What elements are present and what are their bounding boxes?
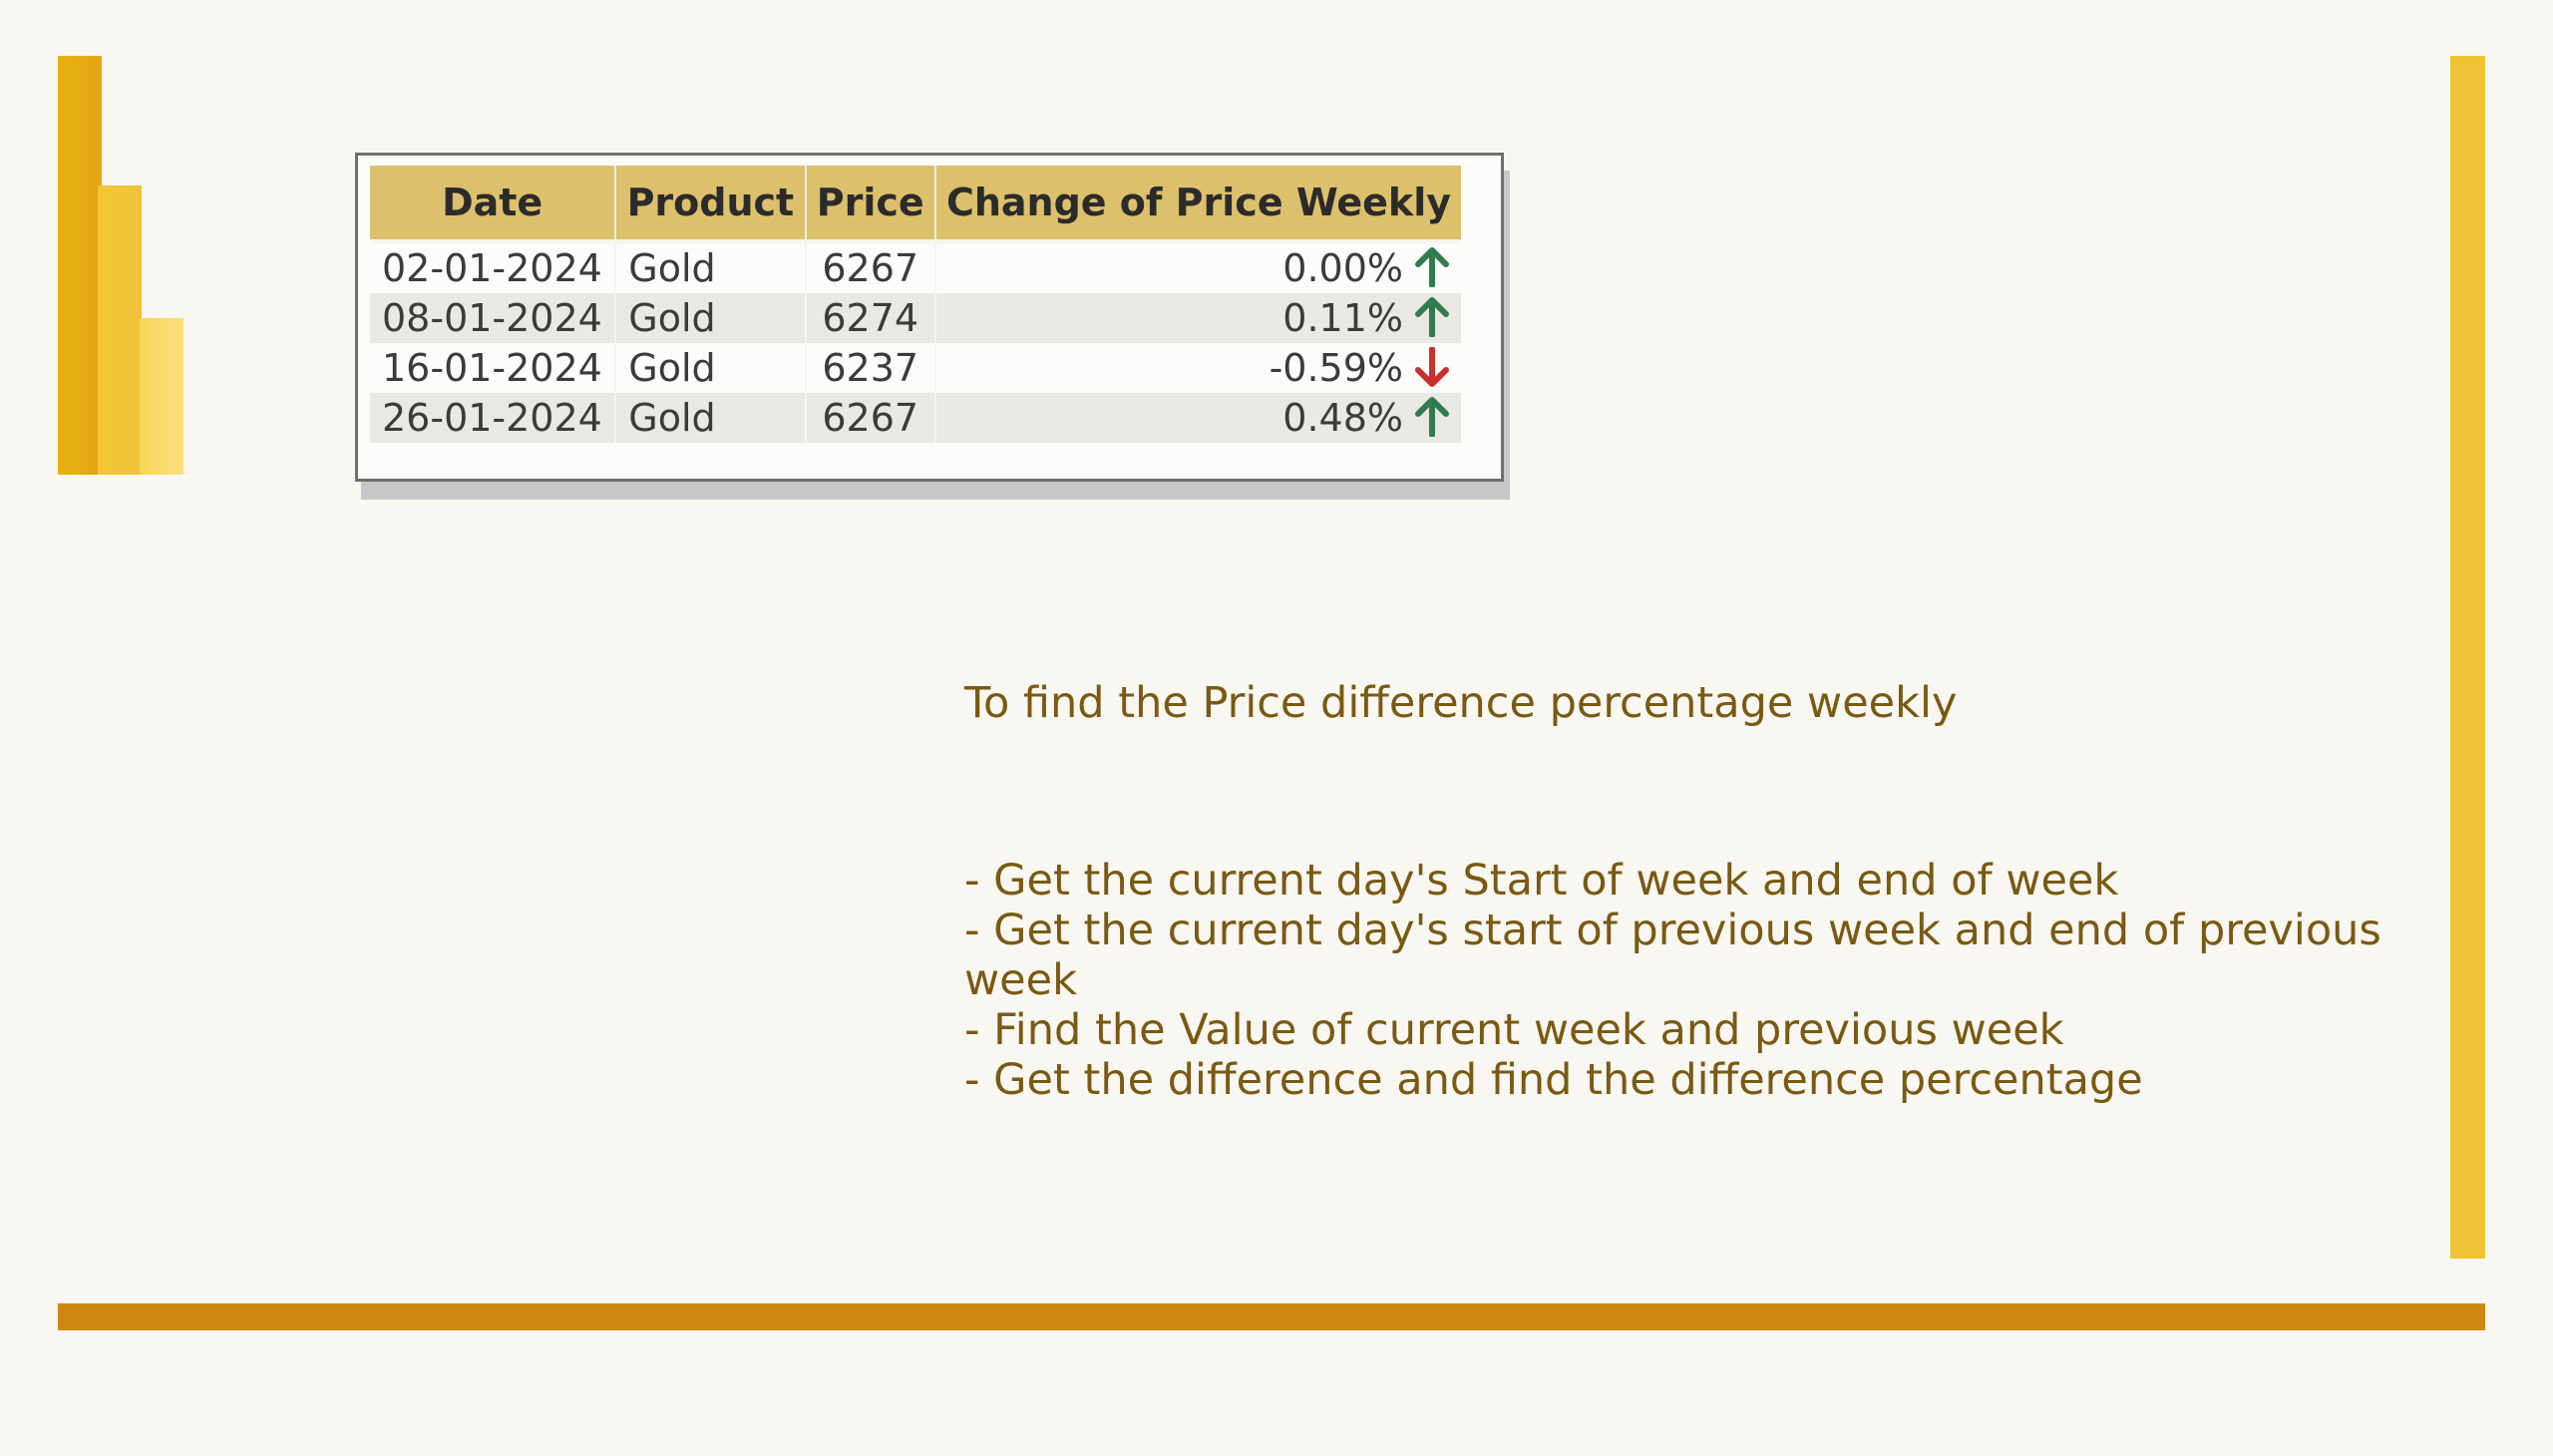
cell-change: 0.00%	[934, 241, 1461, 293]
cell-date: 08-01-2024	[370, 293, 617, 343]
change-value: 0.48%	[1282, 396, 1403, 440]
cell-price: 6237	[805, 343, 936, 393]
column-header-product[interactable]: Product	[615, 166, 807, 241]
cell-date: 02-01-2024	[370, 241, 617, 293]
cell-change: 0.11%	[934, 293, 1461, 343]
price-table-panel: Date Product Price Change of Price Weekl…	[355, 153, 1504, 482]
cell-product: Gold	[615, 393, 807, 443]
table-row[interactable]: 02-01-2024 Gold 6267 0.00%	[370, 241, 1461, 293]
cell-price: 6267	[805, 241, 936, 293]
cell-product: Gold	[615, 241, 807, 293]
list-item: - Get the current day's Start of week an…	[964, 856, 2119, 906]
column-header-price[interactable]: Price	[805, 166, 936, 241]
table-row[interactable]: 08-01-2024 Gold 6274 0.11%	[370, 293, 1461, 343]
cell-product: Gold	[615, 293, 807, 343]
cell-date: 26-01-2024	[370, 393, 617, 443]
change-value: 0.11%	[1282, 296, 1403, 340]
bottom-accent-bar	[58, 1303, 2485, 1330]
table-header-row: Date Product Price Change of Price Weekl…	[370, 166, 1461, 241]
change-value: 0.00%	[1282, 246, 1403, 290]
price-table: Date Product Price Change of Price Weekl…	[370, 166, 1461, 443]
column-header-date[interactable]: Date	[370, 166, 617, 241]
column-header-change[interactable]: Change of Price Weekly	[934, 166, 1461, 241]
arrow-up-icon	[1415, 247, 1449, 287]
list-item: - Find the Value of current week and pre…	[964, 1005, 2064, 1055]
cell-change: 0.48%	[934, 393, 1461, 443]
arrow-down-icon	[1415, 347, 1449, 387]
arrow-up-icon	[1415, 397, 1449, 437]
logo-bar-1	[58, 56, 102, 475]
notes-heading: To find the Price difference percentage …	[964, 678, 1958, 728]
cell-product: Gold	[615, 343, 807, 393]
cell-price: 6274	[805, 293, 936, 343]
right-accent-bar	[2450, 56, 2485, 1259]
table-row[interactable]: 16-01-2024 Gold 6237 -0.59%	[370, 343, 1461, 393]
cell-change: -0.59%	[934, 343, 1461, 393]
steps-list: - Get the current day's Start of week an…	[964, 856, 2420, 1105]
table-body: 02-01-2024 Gold 6267 0.00% 08-01-2024 Go…	[370, 241, 1461, 443]
arrow-up-icon	[1415, 297, 1449, 337]
table-header: Date Product Price Change of Price Weekl…	[370, 166, 1461, 241]
logo-bar-3	[140, 318, 183, 475]
power-bi-logo-icon	[58, 56, 183, 475]
logo-bar-2	[98, 185, 142, 475]
list-item: - Get the difference and find the differ…	[964, 1055, 2143, 1105]
cell-date: 16-01-2024	[370, 343, 617, 393]
cell-price: 6267	[805, 393, 936, 443]
list-item: - Get the current day's start of previou…	[964, 906, 2381, 1005]
notes-block: To find the Price difference percentage …	[964, 678, 2420, 1105]
change-value: -0.59%	[1269, 346, 1403, 390]
table-row[interactable]: 26-01-2024 Gold 6267 0.48%	[370, 393, 1461, 443]
